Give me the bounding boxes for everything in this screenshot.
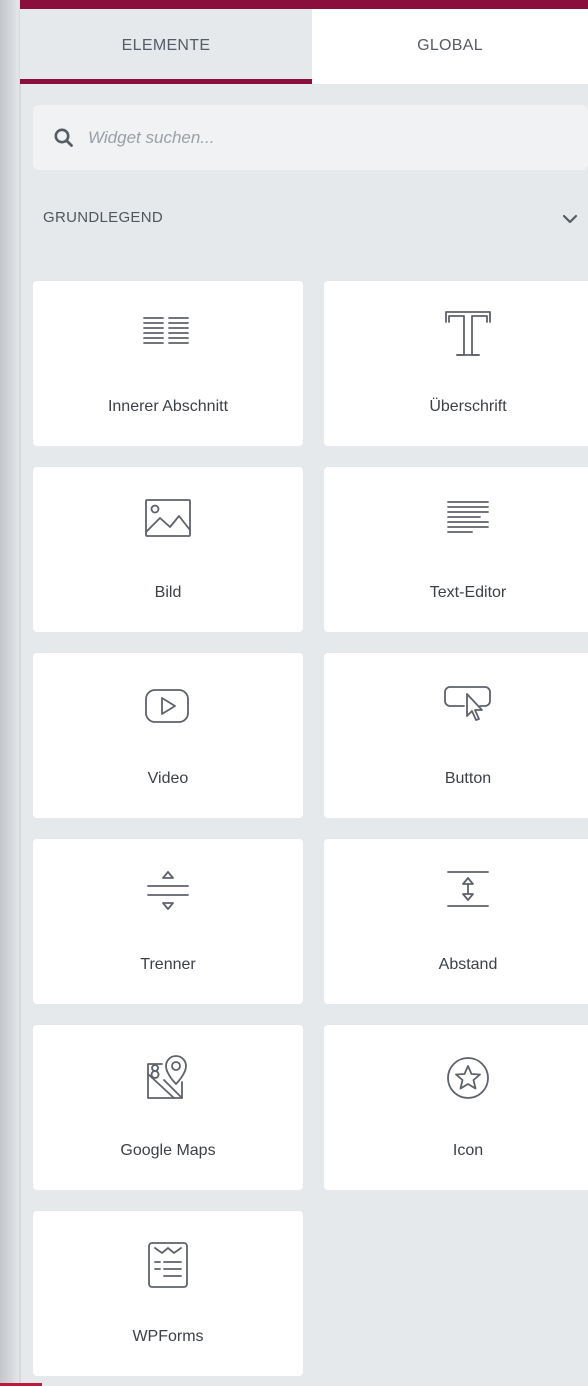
widget-search-input[interactable]: Widget suchen... — [33, 105, 588, 170]
panel-tabs: ELEMENTE GLOBAL — [20, 9, 588, 84]
spacer-icon — [447, 871, 489, 907]
widget-label: Video — [147, 770, 189, 787]
text-editor-icon — [447, 501, 489, 533]
search-icon — [54, 128, 73, 147]
widget-card-divider[interactable]: Trenner — [33, 839, 303, 1004]
widget-card-text-editor[interactable]: Text-Editor — [324, 467, 588, 632]
panel-left-edge — [0, 0, 20, 1386]
widget-label: Bild — [154, 584, 182, 601]
widget-label: Überschrift — [429, 398, 507, 415]
panel-header-accent-bar — [20, 0, 588, 9]
elementor-widget-panel: ELEMENTE GLOBAL Widget suchen... GRUNDLE… — [0, 0, 588, 1386]
chevron-down-icon — [562, 214, 578, 224]
widget-label: Trenner — [140, 956, 196, 973]
video-icon — [145, 689, 189, 723]
image-icon — [145, 499, 191, 537]
widget-card-google-maps[interactable]: Google Maps — [33, 1025, 303, 1190]
category-header-grundlegend[interactable]: GRUNDLEGEND — [33, 196, 588, 242]
widget-label: Text-Editor — [429, 584, 507, 601]
tab-global-label: GLOBAL — [417, 36, 483, 54]
panel-left-border — [19, 0, 21, 1386]
widget-label: Button — [444, 770, 492, 787]
widget-card-button[interactable]: Button — [324, 653, 588, 818]
category-title: GRUNDLEGEND — [43, 209, 163, 226]
tab-global[interactable]: GLOBAL — [312, 9, 588, 84]
divider-icon — [147, 871, 189, 910]
tab-elemente[interactable]: ELEMENTE — [20, 9, 312, 84]
widget-label: Icon — [452, 1142, 484, 1159]
tab-elemente-label: ELEMENTE — [121, 36, 211, 54]
search-placeholder: Widget suchen... — [88, 128, 215, 147]
button-icon — [444, 686, 491, 721]
inner-section-icon — [143, 317, 189, 344]
widget-card-icon[interactable]: Icon — [324, 1025, 588, 1190]
widget-card-wpforms[interactable]: WPForms — [33, 1211, 303, 1376]
widget-label: Abstand — [438, 956, 498, 973]
widget-label: Innerer Abschnitt — [107, 398, 229, 415]
widget-card-image[interactable]: Bild — [33, 467, 303, 632]
wpforms-icon — [148, 1242, 188, 1288]
widget-card-spacer[interactable]: Abstand — [324, 839, 588, 1004]
widget-card-inner-section[interactable]: Innerer Abschnitt — [33, 281, 303, 446]
widget-label: Google Maps — [120, 1142, 216, 1159]
widget-label: WPForms — [132, 1328, 204, 1345]
star-icon — [447, 1057, 489, 1099]
google-maps-icon — [147, 1055, 187, 1099]
widget-card-video[interactable]: Video — [33, 653, 303, 818]
heading-icon — [445, 311, 491, 356]
widget-card-heading[interactable]: Überschrift — [324, 281, 588, 446]
